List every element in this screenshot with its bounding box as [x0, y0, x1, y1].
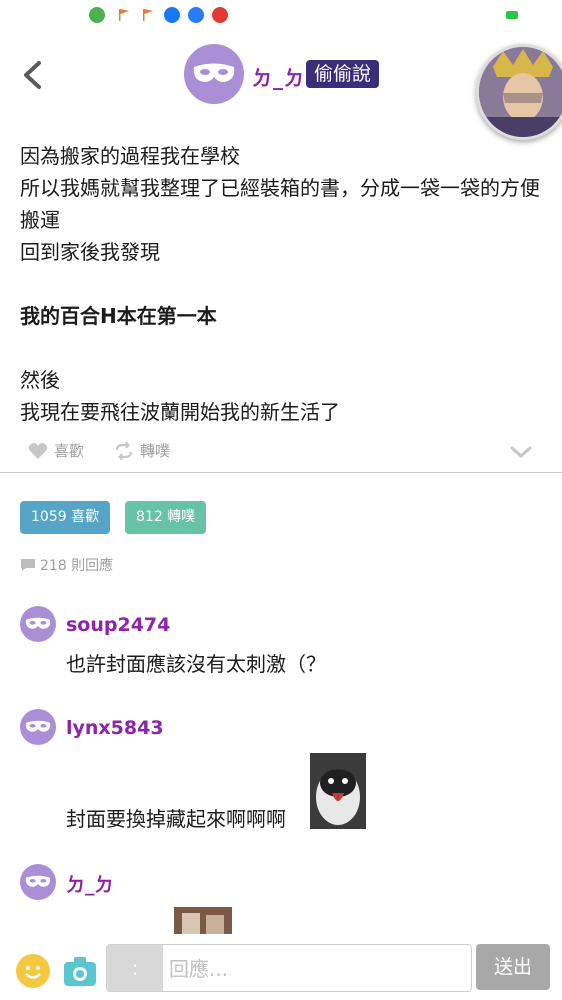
commenter-name[interactable]: lynx5843: [66, 717, 164, 739]
divider: [0, 472, 562, 473]
flag-notification-icon: [143, 9, 153, 21]
app-notification-icon: [89, 7, 105, 23]
status-bar: [0, 0, 562, 30]
post-line: 因為搬家的過程我在學校: [20, 144, 240, 168]
commenter-name[interactable]: soup2474: [66, 614, 170, 636]
floating-sticker-avatar[interactable]: [476, 44, 562, 140]
reply-count-label: 218 則回應: [40, 558, 114, 574]
post-line: 所以我媽就幫我整理了已經裝箱的書，分成一袋一袋的方便搬運: [20, 176, 540, 232]
mask-icon: [25, 617, 51, 629]
comment-text: 也許封面應該沒有太刺激（？: [66, 652, 326, 676]
retweet-icon: [115, 441, 133, 460]
book-cover-image: [174, 907, 232, 934]
penguin-reaction-image[interactable]: [310, 753, 366, 829]
likes-count-badge[interactable]: 1059 喜歡: [20, 501, 111, 534]
commenter-avatar[interactable]: [20, 606, 56, 642]
comment-image[interactable]: [174, 907, 232, 934]
post-line: 然後: [20, 368, 60, 392]
replurk-button[interactable]: 轉噗: [114, 440, 170, 461]
qualifier-selector[interactable]: :: [107, 945, 163, 991]
penguin-image: [310, 753, 366, 829]
smile-face: [25, 966, 41, 979]
commenter-avatar[interactable]: [20, 864, 56, 900]
flag-notification-icon: [119, 9, 129, 21]
facebook-icon: [164, 7, 180, 23]
post-line: 我現在要飛往波蘭開始我的新生活了: [20, 400, 340, 424]
chevron-down-icon[interactable]: [508, 440, 534, 464]
mask-icon: [25, 720, 51, 732]
post-line: 回到家後我發現: [20, 240, 160, 264]
author-name[interactable]: ㄉ_ㄉ: [252, 62, 305, 91]
battery-icon: [506, 11, 518, 19]
post-content: 因為搬家的過程我在學校 所以我媽就幫我整理了已經裝箱的書，分成一袋一袋的方便搬運…: [20, 140, 550, 428]
mask-icon: [25, 875, 51, 887]
author-avatar[interactable]: [184, 44, 244, 104]
emoji-icon[interactable]: [16, 954, 50, 988]
mask-icon: [193, 63, 235, 82]
speech-bubble-icon: [21, 559, 35, 571]
share-label: 轉噗: [140, 442, 171, 460]
commenter-name[interactable]: ㄉ_ㄉ: [66, 870, 114, 897]
camera-icon[interactable]: [62, 954, 98, 988]
replurks-count-badge[interactable]: 812 轉噗: [125, 501, 207, 534]
reply-count: 218 則回應: [20, 555, 113, 575]
reply-bar: : 送出: [0, 935, 562, 1000]
youtube-icon: [212, 7, 228, 23]
category-badge: 偷偷說: [306, 60, 380, 88]
heart-icon: [28, 442, 48, 459]
comment-text: 封面要換掉藏起來啊啊啊: [66, 807, 286, 831]
like-button[interactable]: 喜歡: [28, 440, 84, 461]
send-button[interactable]: 送出: [476, 944, 550, 990]
reply-input[interactable]: [167, 945, 471, 993]
reply-box: :: [106, 944, 472, 993]
anime-character-image: [479, 47, 562, 137]
messenger-icon: [188, 7, 204, 23]
like-label: 喜歡: [54, 442, 85, 460]
post-line-bold: 我的百合H本在第一本: [20, 304, 217, 328]
commenter-avatar[interactable]: [20, 709, 56, 745]
back-chevron-icon[interactable]: [14, 55, 54, 95]
